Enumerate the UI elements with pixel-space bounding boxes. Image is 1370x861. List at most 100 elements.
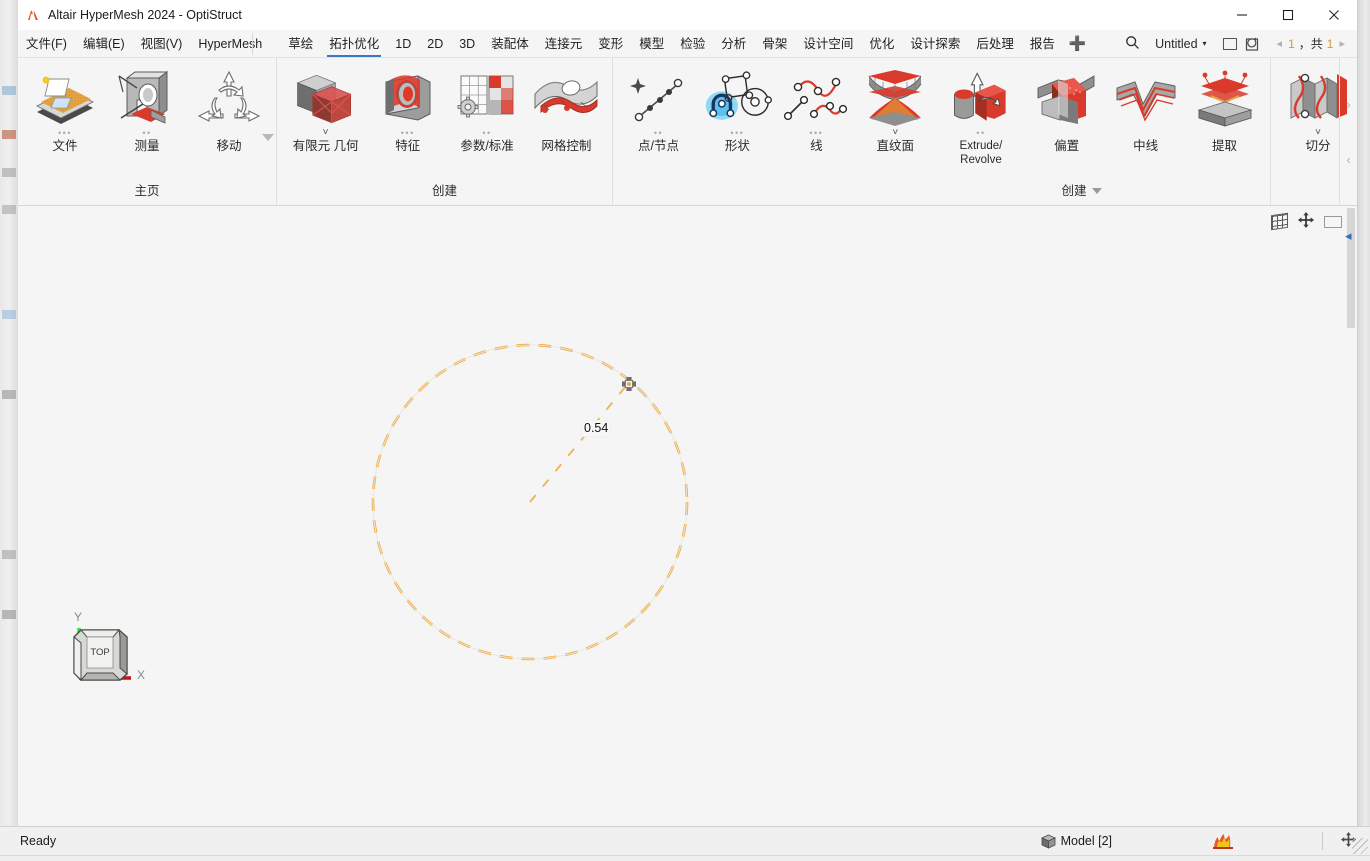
menu-item-design-explorer[interactable]: 设计探索	[902, 32, 968, 56]
chevron-down-icon[interactable]: ˅	[323, 128, 329, 138]
menu-item-hypermesh[interactable]: HyperMesh	[190, 32, 270, 56]
ribbon-button-move[interactable]: 移动	[188, 64, 270, 168]
more-options-indicator	[227, 128, 231, 138]
menu-item-1d[interactable]: 1D	[387, 32, 419, 56]
ribbon-toolbar: ••• 文件	[18, 58, 1357, 206]
background-app-marker: ◂	[1345, 228, 1356, 244]
menu-label: 1D	[395, 37, 411, 51]
menu-bar: 文件(F) 编辑(E) 视图(V) HyperMesh 草绘 拓扑优化 1D 2…	[18, 30, 1357, 58]
radius-dimension-label[interactable]: 0.54	[581, 420, 611, 437]
ribbon-scroll-next-icon[interactable]: ›	[1346, 97, 1350, 112]
title-bar: Altair HyperMesh 2024 - OptiStruct	[18, 0, 1357, 30]
ribbon-button-measure[interactable]: •• 测量	[106, 64, 188, 168]
ribbon-button-files[interactable]: ••• 文件	[24, 64, 106, 168]
menu-item-view[interactable]: 视图(V)	[133, 32, 191, 56]
next-page-button[interactable]: ▸	[1335, 37, 1349, 50]
menu-label: 检验	[680, 37, 705, 51]
more-options-indicator	[1223, 128, 1227, 138]
page-separator: ，共	[1297, 35, 1325, 52]
menu-label: 文件(F)	[26, 37, 67, 51]
chevron-down-icon[interactable]: ˅	[892, 128, 898, 138]
more-options-indicator: ••	[142, 128, 151, 138]
ribbon-button-midline[interactable]: 中线	[1106, 64, 1185, 168]
reset-page-icon[interactable]	[1245, 36, 1261, 52]
menu-item-post[interactable]: 后处理	[968, 32, 1022, 56]
menu-item-sketch[interactable]: 草绘	[280, 32, 321, 56]
modeling-canvas[interactable]: 0.54 Y X TOP	[18, 206, 1356, 820]
ribbon-group-label-text: 创建	[1061, 182, 1086, 200]
chevron-down-icon[interactable]: ˅	[1315, 128, 1321, 138]
menu-label: 3D	[459, 37, 475, 51]
ribbon-group-dropdown-icon[interactable]	[1092, 188, 1102, 194]
menu-item-validate[interactable]: 检验	[672, 32, 713, 56]
more-options-indicator: ••	[482, 128, 491, 138]
menu-label: 拓扑优化	[329, 37, 379, 51]
ribbon-group-expand-icon[interactable]	[262, 134, 274, 141]
ribbon-button-points-nodes[interactable]: •• 点/节点	[619, 64, 698, 168]
menu-label: 后处理	[976, 37, 1014, 51]
ribbon-button-extract[interactable]: 提取	[1185, 64, 1264, 168]
maximize-button[interactable]	[1265, 0, 1311, 30]
close-button[interactable]	[1311, 0, 1357, 30]
ribbon-button-extrude-revolve[interactable]: •• Extrude/ Revolve	[935, 64, 1027, 168]
ribbon-button-mesh-controls[interactable]: 网格控制	[527, 64, 606, 168]
window-controls	[1219, 0, 1357, 30]
ribbon-button-shapes[interactable]: ••• 形状	[698, 64, 777, 168]
menu-item-edit[interactable]: 编辑(E)	[75, 32, 133, 56]
ribbon-group-home: ••• 文件	[18, 58, 276, 205]
minimize-button[interactable]	[1219, 0, 1265, 30]
session-name-label[interactable]: Untitled	[1152, 37, 1200, 51]
menu-item-3d[interactable]: 3D	[451, 32, 483, 56]
ribbon-button-label: 切分	[1305, 139, 1330, 153]
menu-item-design-space[interactable]: 设计空间	[795, 32, 861, 56]
axis-triad[interactable]: Y X TOP	[63, 610, 163, 705]
ribbon-group-create-geometry: ˅ 有限元 几何	[276, 58, 612, 205]
ribbon-button-label: 测量	[134, 139, 159, 153]
menu-item-connectors[interactable]: 连接元	[537, 32, 591, 56]
prev-page-button[interactable]: ◂	[1273, 37, 1287, 50]
ribbon-button-feature[interactable]: ••• 特征	[368, 64, 447, 168]
menu-item-optimization[interactable]: 优化	[861, 32, 902, 56]
ribbon-scroll-controls: › ‹	[1339, 58, 1357, 206]
menu-item-2d[interactable]: 2D	[419, 32, 451, 56]
viewport-scrollbar[interactable]	[1347, 208, 1355, 328]
chevron-down-icon[interactable]: ▾	[1203, 39, 1215, 48]
ribbon-button-ruled-surface[interactable]: ˅ 直纹面	[856, 64, 935, 168]
menu-divider	[252, 33, 253, 55]
status-divider	[1322, 832, 1323, 850]
flame-icon[interactable]	[1212, 833, 1234, 849]
menu-item-model[interactable]: 模型	[631, 32, 672, 56]
ribbon-button-parameters-criteria[interactable]: •• 参数/标准	[447, 64, 526, 168]
view-cube-icon: TOP	[74, 630, 127, 680]
more-options-indicator: ••	[976, 128, 985, 138]
extrude-revolve-icon	[945, 66, 1017, 128]
menu-item-topology-optimization[interactable]: 拓扑优化	[321, 32, 387, 56]
more-options-indicator	[564, 128, 568, 138]
fe-geometry-cube-icon	[290, 66, 362, 128]
more-options-indicator	[1144, 128, 1148, 138]
ribbon-scroll-prev-icon[interactable]: ‹	[1346, 152, 1350, 167]
menu-item-assembly[interactable]: 装配体	[483, 32, 537, 56]
shapes-icon	[701, 66, 773, 128]
ribbon-button-label: 参数/标准	[460, 139, 513, 153]
add-tab-icon[interactable]: ➕	[1063, 35, 1092, 52]
single-window-icon[interactable]	[1223, 38, 1237, 50]
menu-label: 视图(V)	[141, 37, 183, 51]
search-icon[interactable]	[1115, 35, 1150, 53]
resize-grip[interactable]	[1352, 838, 1368, 854]
window-title: Altair HyperMesh 2024 - OptiStruct	[48, 8, 242, 22]
menu-label: 变形	[598, 37, 623, 51]
model-status-item[interactable]: Model [2]	[1041, 834, 1112, 849]
more-options-indicator: •••	[730, 128, 744, 138]
ribbon-button-fe-geometry[interactable]: ˅ 有限元 几何	[283, 64, 368, 168]
menu-item-morph[interactable]: 变形	[590, 32, 631, 56]
menu-item-file[interactable]: 文件(F)	[18, 32, 75, 56]
menu-label: 草绘	[288, 37, 313, 51]
ribbon-button-lines[interactable]: ••• 线	[777, 64, 856, 168]
extract-icon	[1189, 66, 1261, 128]
menu-item-report[interactable]: 报告	[1022, 32, 1063, 56]
menu-item-skeleton[interactable]: 骨架	[754, 32, 795, 56]
ribbon-button-offset[interactable]: 偏置	[1027, 64, 1106, 168]
ribbon-button-label: 直纹面	[877, 139, 915, 153]
menu-item-analysis[interactable]: 分析	[713, 32, 754, 56]
